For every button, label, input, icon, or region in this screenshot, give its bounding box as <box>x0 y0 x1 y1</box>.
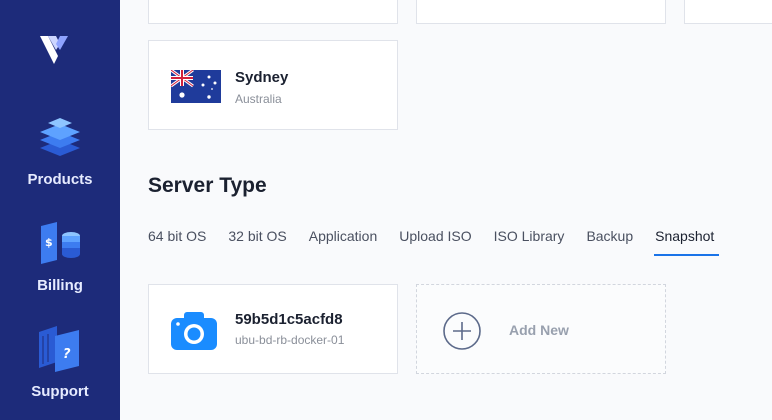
add-new-label: Add New <box>509 322 569 338</box>
server-type-tabs: 64 bit OS 32 bit OS Application Upload I… <box>148 222 736 256</box>
layers-icon <box>0 114 120 165</box>
sidebar-item-support[interactable]: ? Support <box>0 326 120 400</box>
svg-text:?: ? <box>63 347 71 362</box>
plus-circle-icon <box>442 311 482 351</box>
support-question-icon: ? <box>0 326 120 377</box>
sidebar: Products $ Billing ? Support <box>0 0 120 420</box>
sidebar-item-label: Products <box>27 171 93 188</box>
tab-upload-iso[interactable]: Upload ISO <box>399 222 473 256</box>
tab-snapshot[interactable]: Snapshot <box>654 222 720 256</box>
sidebar-item-products[interactable]: Products <box>0 114 120 188</box>
tab-application[interactable]: Application <box>309 222 380 256</box>
sidebar-item-label: Billing <box>37 277 83 294</box>
location-card-sydney[interactable]: Sydney Australia <box>148 40 398 130</box>
camera-icon <box>171 310 217 350</box>
sidebar-item-billing[interactable]: $ Billing <box>0 222 120 294</box>
tab-32-bit-os[interactable]: 32 bit OS <box>228 222 288 256</box>
snapshot-description: ubu-bd-rb-docker-01 <box>235 333 345 347</box>
billing-coins-icon: $ <box>0 222 120 271</box>
tab-64-bit-os[interactable]: 64 bit OS <box>148 222 208 256</box>
location-card[interactable] <box>416 0 666 24</box>
main-content: Sydney Australia Server Type 64 bit OS 3… <box>120 0 772 420</box>
svg-text:$: $ <box>45 236 53 249</box>
sidebar-item-label: Support <box>31 383 89 400</box>
snapshot-card[interactable]: 59b5d1c5acfd8 ubu-bd-rb-docker-01 <box>148 284 398 374</box>
section-title: Server Type <box>148 174 267 197</box>
snapshot-name: 59b5d1c5acfd8 <box>235 311 343 328</box>
location-name: Sydney <box>235 69 289 86</box>
location-card[interactable] <box>148 0 398 24</box>
location-country: Australia <box>235 92 282 106</box>
australia-flag-icon <box>170 68 221 103</box>
add-new-button[interactable]: Add New <box>416 284 666 374</box>
tab-backup[interactable]: Backup <box>586 222 635 256</box>
vultr-logo-icon[interactable] <box>38 30 78 70</box>
tab-iso-library[interactable]: ISO Library <box>494 222 567 256</box>
location-card[interactable] <box>684 0 772 24</box>
